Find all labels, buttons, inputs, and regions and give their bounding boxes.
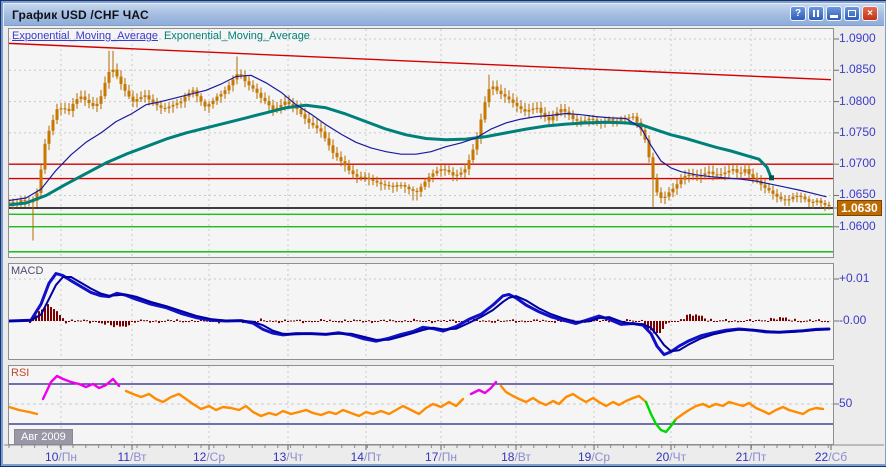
pause-icon [813,10,819,17]
date-axis-label: 21/Пт [736,450,767,464]
date-axis-label: 10/Пн [45,450,77,464]
date-axis-label: 11/Вт [118,450,147,464]
close-icon: × [867,9,873,19]
month-badge: Авг 2009 [14,429,73,445]
date-axis-label: 14/Пт [351,450,382,464]
maximize-icon [848,10,856,17]
rsi-axis-label: 50 [839,396,852,410]
indicator-header: Exponential_Moving_Average Exponential_Mo… [12,30,310,42]
window-title: График USD /CHF ЧАС [12,8,149,22]
ema-label-1: Exponential_Moving_Average [12,30,158,42]
date-axis-label: 18/Вт [501,450,531,464]
rsi-label: RSI [11,367,29,379]
macd-label: MACD [11,265,43,277]
price-axis[interactable] [834,28,884,445]
price-axis-label: 1.0800 [839,94,876,108]
date-axis-label: 12/Ср [193,450,225,464]
close-button[interactable]: × [862,6,878,21]
help-icon: ? [795,9,801,19]
rsi-panel[interactable] [8,365,834,445]
chart-window: График USD /CHF ЧАС ? × Exponential_Movi… [0,0,886,467]
title-bar[interactable]: График USD /CHF ЧАС ? × [4,4,884,26]
maximize-button[interactable] [844,6,860,21]
minimize-button[interactable] [826,6,842,21]
current-price-badge: 1.0630 [837,200,882,216]
help-button[interactable]: ? [790,6,806,21]
macd-axis-label: -0.00 [839,313,866,327]
price-axis-label: 1.0900 [839,31,876,45]
date-axis-label: 19/Ср [578,450,610,464]
macd-panel[interactable] [8,263,834,360]
window-buttons: ? × [790,6,878,21]
macd-axis-label: +0.01 [839,271,869,285]
price-axis-label: 1.0850 [839,62,876,76]
pause-button[interactable] [808,6,824,21]
ema-label-2: Exponential_Moving_Average [164,30,310,42]
date-axis-label: 22/Сб [815,450,847,464]
price-axis-label: 1.0600 [839,219,876,233]
price-chart-panel[interactable] [8,28,834,258]
date-axis-label: 13/Чт [273,450,303,464]
date-axis-label: 17/Пн [425,450,457,464]
price-axis-label: 1.0750 [839,125,876,139]
minimize-icon [830,15,838,18]
price-axis-label: 1.0700 [839,156,876,170]
date-axis-label: 20/Чт [656,450,686,464]
